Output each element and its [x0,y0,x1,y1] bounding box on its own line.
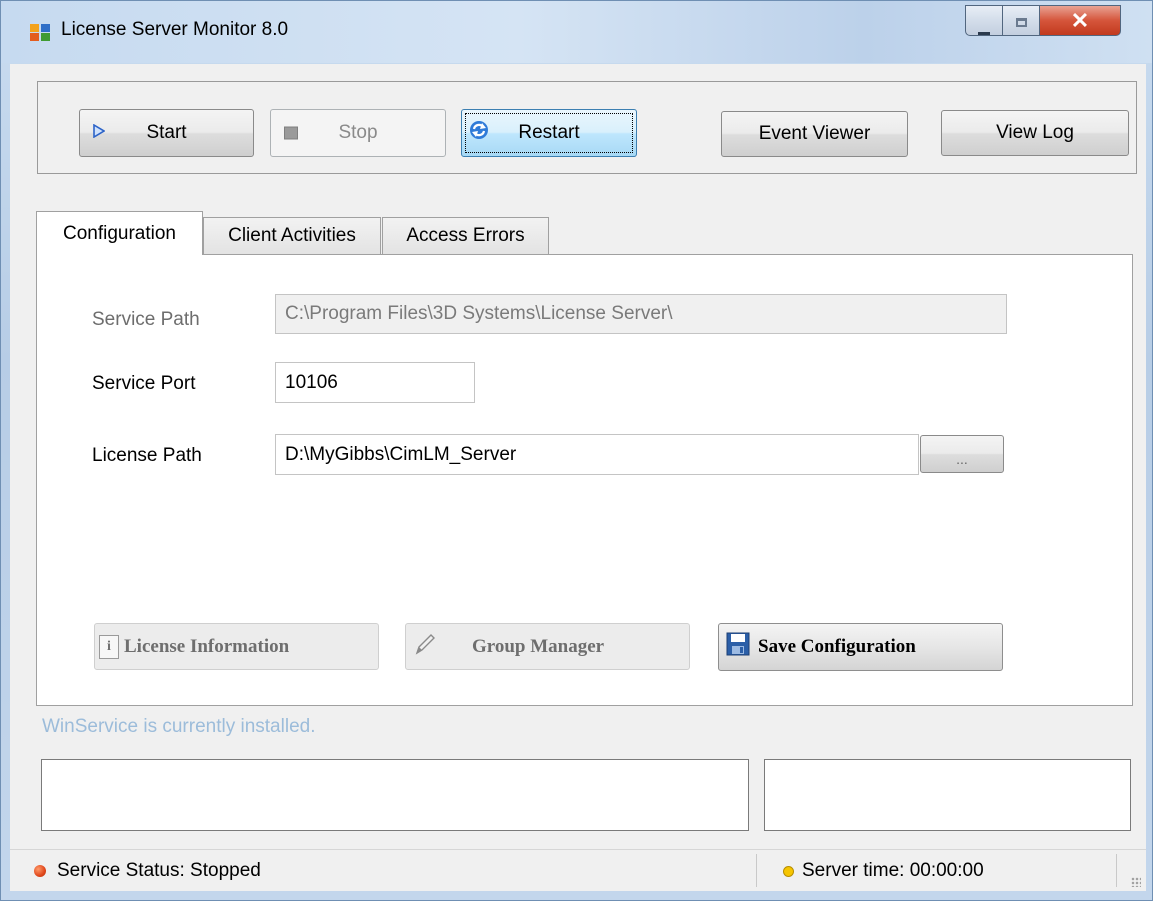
service-path-label: Service Path [92,309,200,330]
event-viewer-label: Event Viewer [758,123,871,144]
tab-configuration-label: Configuration [62,222,177,244]
log-panel-right [764,759,1131,831]
event-viewer-button[interactable]: Event Viewer [721,111,908,157]
client-area: Start Stop Restart Event Viewer View Log… [10,64,1146,891]
start-button[interactable]: Start [79,109,254,157]
view-log-button[interactable]: View Log [941,110,1129,156]
main-window: License Server Monitor 8.0 ✕ Start Stop … [0,0,1153,901]
stop-label: Stop [338,122,378,143]
close-button[interactable]: ✕ [1039,5,1121,36]
service-status-text: Service Status: Stopped [57,860,261,881]
minimize-icon [966,22,1002,40]
app-icon [30,23,52,43]
group-manager-label: Group Manager [472,635,605,657]
maximize-button[interactable] [1002,5,1040,36]
title-bar[interactable]: License Server Monitor 8.0 ✕ [1,1,1152,63]
service-path-field[interactable]: C:\Program Files\3D Systems\License Serv… [275,294,1007,334]
license-path-label: License Path [92,445,202,466]
close-icon: ✕ [1070,8,1090,33]
status-separator [756,854,757,887]
maximize-icon [1003,14,1039,32]
start-label: Start [146,122,187,143]
install-status-text: WinService is currently installed. [42,716,316,737]
group-manager-button[interactable]: Group Manager [405,623,690,670]
toolbar-group: Start Stop Restart Event Viewer View Log [37,81,1137,174]
save-configuration-label: Save Configuration [758,636,916,657]
window-title: License Server Monitor 8.0 [61,19,289,40]
tab-client-activities-label: Client Activities [228,225,356,246]
pencil-icon [414,632,436,662]
restart-label: Restart [518,122,580,143]
browse-button[interactable]: ... [920,435,1004,473]
configuration-panel: Service Path C:\Program Files\3D Systems… [36,254,1133,706]
tab-configuration[interactable]: Configuration [36,211,203,255]
clock-icon [783,866,794,877]
license-path-field[interactable]: D:\MyGibbs\CimLM_Server [275,434,919,475]
stop-button[interactable]: Stop [270,109,446,157]
server-time-text: Server time: 00:00:00 [802,860,984,881]
status-dot-icon [34,865,46,877]
tab-access-errors[interactable]: Access Errors [382,217,549,254]
service-port-field[interactable]: 10106 [275,362,475,403]
tab-client-activities[interactable]: Client Activities [203,217,381,254]
save-configuration-button[interactable]: Save Configuration [718,623,1003,671]
info-document-icon: i [99,634,119,659]
refresh-icon [468,119,490,147]
save-icon [726,632,750,662]
resize-grip-icon[interactable] [1131,877,1141,887]
service-port-label: Service Port [92,373,196,394]
stop-icon [284,126,298,140]
status-bar: Service Status: Stopped Server time: 00:… [10,849,1146,891]
license-information-label: License Information [124,635,290,657]
tab-access-errors-label: Access Errors [406,225,525,246]
log-panel-left [41,759,749,831]
restart-button[interactable]: Restart [461,109,637,157]
minimize-button[interactable] [965,5,1003,36]
play-icon [93,122,106,144]
license-information-button[interactable]: i License Information [94,623,379,670]
status-separator-2 [1116,854,1117,887]
browse-label: ... [956,451,968,467]
view-log-label: View Log [996,122,1074,143]
